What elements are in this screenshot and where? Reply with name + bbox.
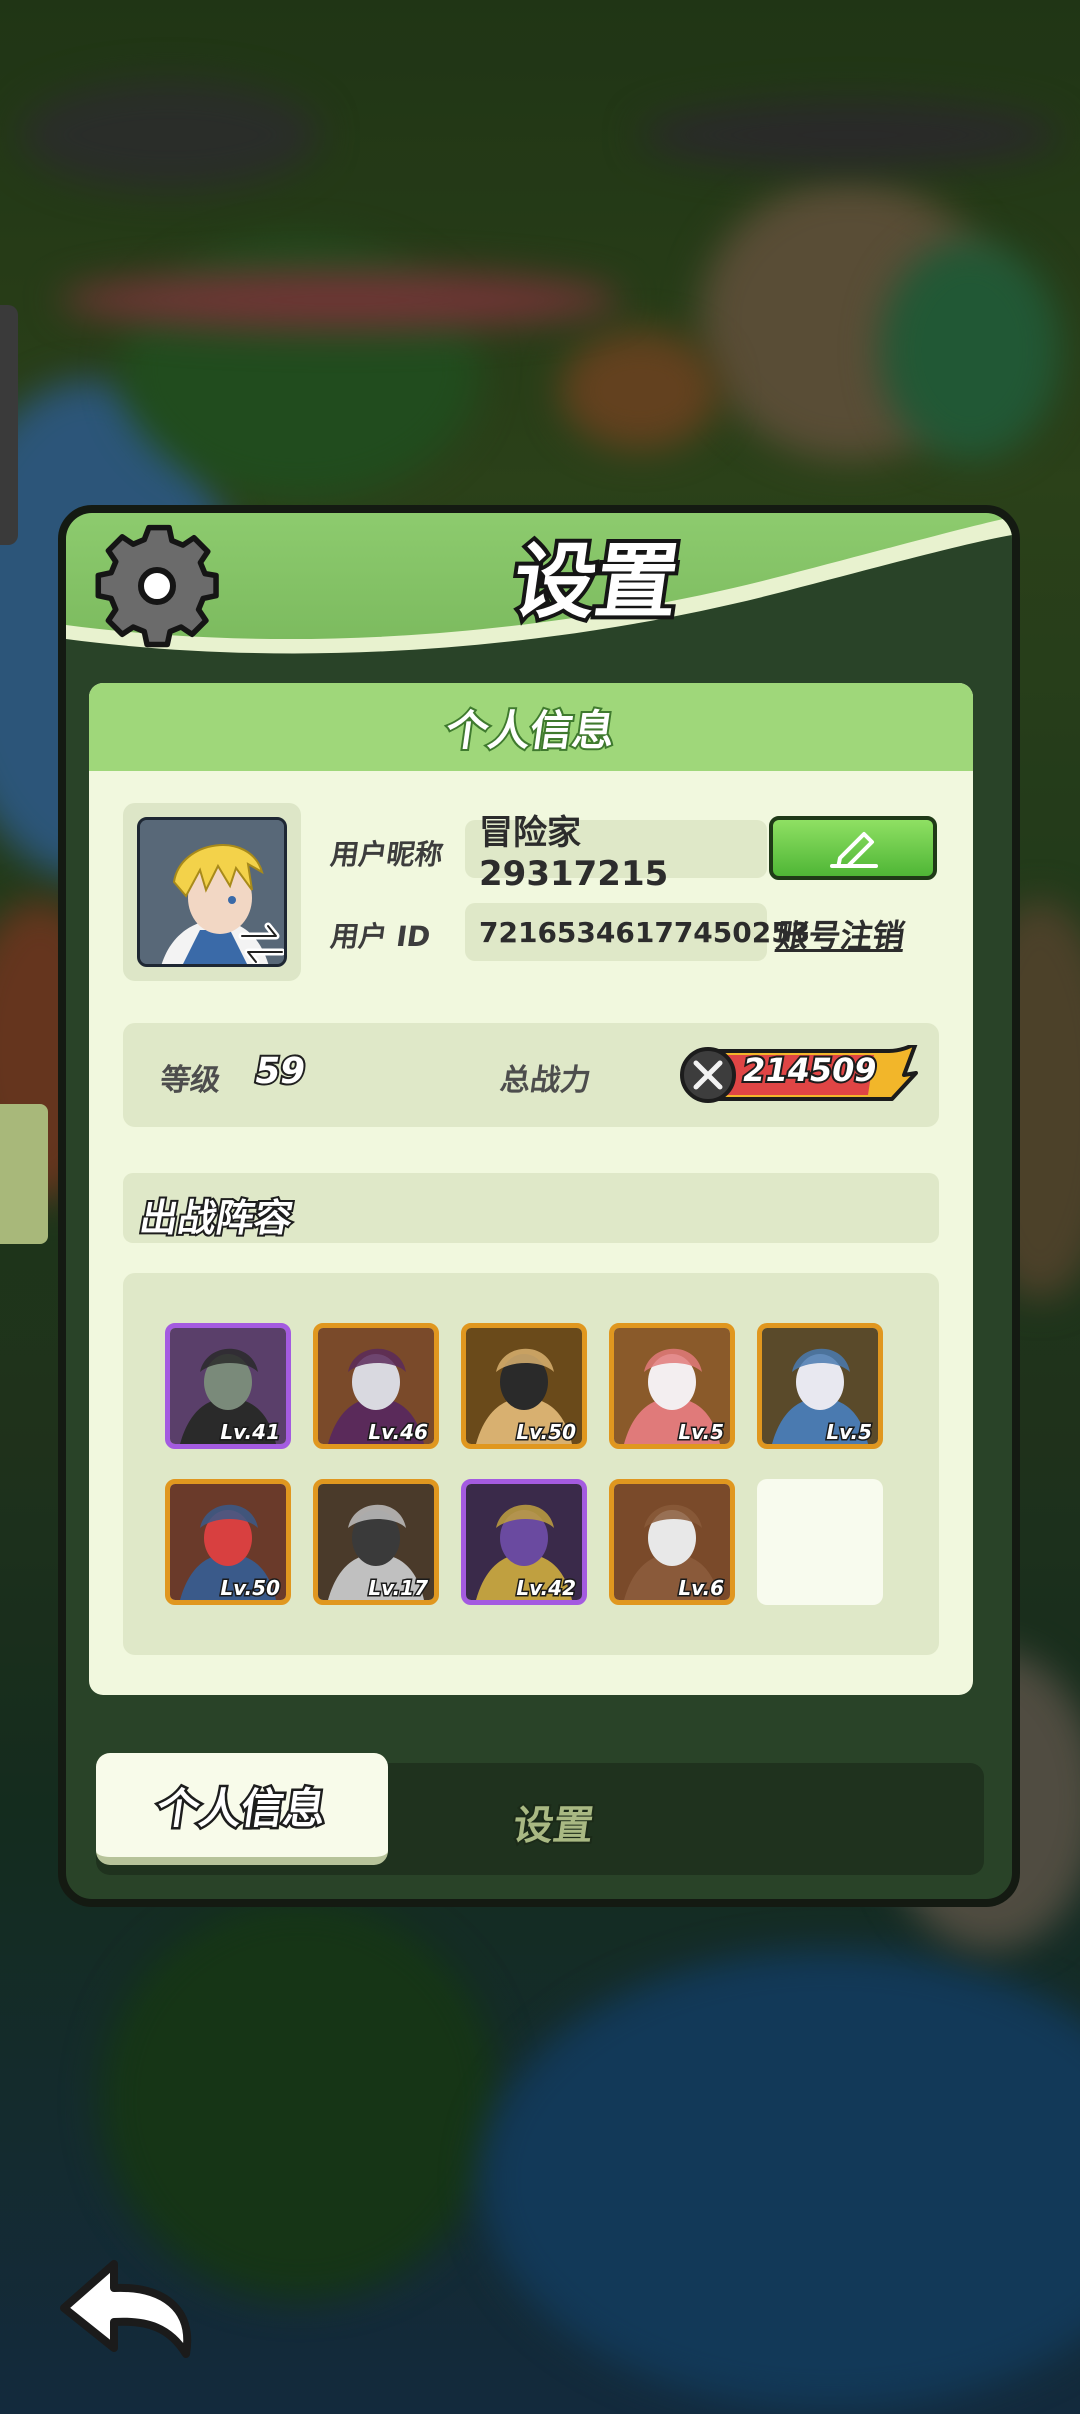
avatar-frame[interactable] <box>123 803 301 981</box>
hero-slot[interactable]: Lv.6 <box>609 1479 735 1605</box>
nickname-label: 用户昵称 <box>328 838 446 871</box>
hero-slot[interactable]: Lv.5 <box>609 1323 735 1449</box>
left-edge-widget <box>0 1104 48 1244</box>
team-grid: Lv.41 Lv.46 Lv.50 Lv.5 Lv.5 Lv.50 Lv.17 Lv.42 Lv… <box>123 1273 939 1655</box>
hero-level: Lv.46 <box>367 1419 430 1445</box>
empty-hero-slot[interactable] <box>757 1479 883 1605</box>
user-id-field: 72165346177450253 <box>465 903 810 961</box>
hero-slot[interactable]: Lv.46 <box>313 1323 439 1449</box>
level-value: 59 <box>249 1049 310 1094</box>
swap-icon[interactable] <box>232 914 287 967</box>
level-power-row: 等级 59 总战力 214509 <box>123 1023 939 1127</box>
card-title: 个人信息 <box>441 704 620 757</box>
panel-title: 设置 <box>503 531 688 634</box>
panel-header: 设置 <box>66 513 1012 663</box>
hero-slot[interactable]: Lv.41 <box>165 1323 291 1449</box>
hero-level: Lv.41 <box>219 1419 282 1445</box>
power-label: 总战力 <box>498 1063 593 1098</box>
hero-level: Lv.17 <box>367 1575 430 1601</box>
cancel-account-link[interactable]: 账号注销 <box>774 911 908 957</box>
team-title: 出战阵容 <box>135 1194 299 1242</box>
hero-level: Lv.6 <box>677 1575 726 1601</box>
hero-slot[interactable]: Lv.42 <box>461 1479 587 1605</box>
tab-personal-info[interactable]: 个人信息 <box>96 1753 388 1865</box>
hero-slot[interactable]: Lv.5 <box>757 1323 883 1449</box>
user-id-value: 72165346177450253 <box>479 915 811 949</box>
edit-nickname-button[interactable] <box>769 816 937 880</box>
back-arrow-icon[interactable] <box>52 2250 202 2360</box>
hero-slot[interactable]: Lv.50 <box>461 1323 587 1449</box>
tab-personal-info-label: 个人信息 <box>152 1781 332 1835</box>
card-header: 个人信息 <box>89 683 973 771</box>
hero-level: Lv.5 <box>825 1419 874 1445</box>
left-edge-tab <box>0 305 18 545</box>
tab-settings[interactable]: 设置 <box>508 1793 598 1851</box>
hero-level: Lv.42 <box>515 1575 578 1601</box>
user-id-label: 用户 ID <box>328 920 433 953</box>
level-label: 等级 <box>158 1063 223 1098</box>
hero-level: Lv.5 <box>677 1419 726 1445</box>
avatar[interactable] <box>137 817 287 967</box>
hero-level: Lv.50 <box>219 1575 282 1601</box>
tab-bar: 个人信息 设置 <box>96 1753 984 1875</box>
hero-level: Lv.50 <box>515 1419 578 1445</box>
power-value: 214509 <box>738 1049 882 1091</box>
team-header: 出战阵容 <box>123 1173 939 1243</box>
nickname-field: 冒险家29317215 <box>465 813 767 894</box>
hero-slot[interactable]: Lv.50 <box>165 1479 291 1605</box>
pencil-icon <box>830 832 878 868</box>
personal-info-card: 个人信息 用户昵称 冒险家29317215 用户 ID 721653461774… <box>89 683 973 1695</box>
nickname-value: 冒险家29317215 <box>479 812 669 894</box>
settings-panel: 设置 个人信息 用户昵称 冒险家29317215 用户 ID 721653461… <box>58 505 1020 1907</box>
hero-slot[interactable]: Lv.17 <box>313 1479 439 1605</box>
gear-icon <box>95 524 219 648</box>
